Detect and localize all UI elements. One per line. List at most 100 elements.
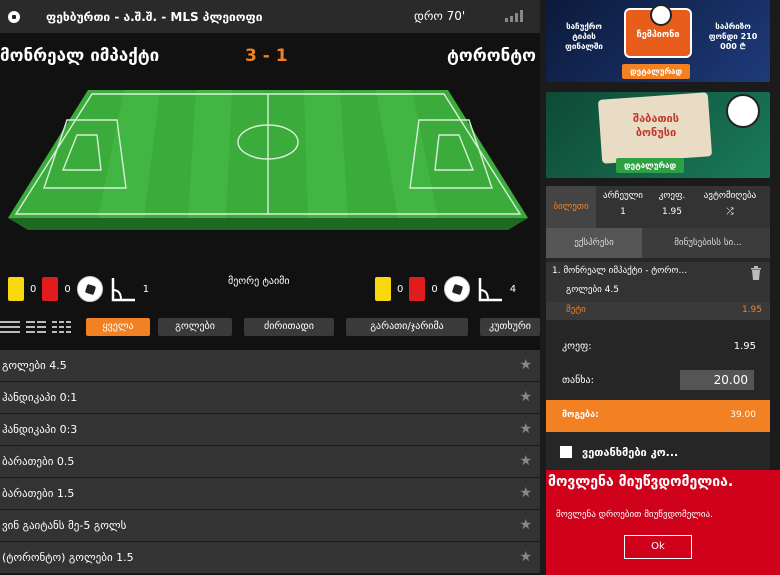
selected-value: 1 (620, 207, 626, 217)
ok-button[interactable]: Ok (624, 535, 692, 559)
sidebar: საჩუქრო ტიპის ფინალში ჩემპიონი საპრიზო ფ… (546, 0, 780, 575)
yellow-card-icon (375, 277, 391, 301)
odds-column: კოეფ. 1.95 (654, 191, 690, 217)
star-icon[interactable]: ★ (519, 517, 532, 533)
match-score: 3 - 1 (245, 46, 288, 66)
tab-minus-system[interactable]: მინუსებისს სი... (646, 228, 770, 258)
star-icon[interactable]: ★ (519, 357, 532, 373)
win-value: 39.00 (730, 410, 756, 420)
agree-row: ვეთანხმები კო... (546, 438, 770, 468)
filter-all-button[interactable]: ყველა (86, 318, 150, 336)
away-yellow-count: 0 (397, 283, 404, 295)
yellow-card-icon (8, 277, 24, 301)
banner-left-text: საჩუქრო ტიპის ფინალში (565, 22, 603, 51)
bet-selection: 1. მონრეალ იმპაქტი - ტორო... გოლები 4.5 … (546, 262, 770, 320)
tab-express[interactable]: ექსპრესი (546, 228, 642, 258)
list-view-icon[interactable] (0, 321, 20, 335)
market-row[interactable]: ჰანდიკაპი 0:1 ★ (0, 382, 540, 414)
bet-slip-header: ბილეთი არჩეული 1 კოეფ. 1.95 ავტომიღება ⤮ (546, 186, 770, 228)
market-row[interactable]: ბარათები 1.5 ★ (0, 478, 540, 510)
market-label: ბარათები 1.5 (2, 487, 75, 500)
filter-main-button[interactable]: ძირითადი (244, 318, 334, 336)
filter-corners-button[interactable]: კუთხური (480, 318, 540, 336)
home-yellow-count: 0 (30, 283, 37, 295)
home-team-stats: 0 0 1 (8, 271, 155, 307)
match-panel: ფეხბურთი - ა.შ.შ. - MLS პლეიოფი დრო 70' … (0, 0, 540, 575)
agree-label: ვეთანხმები კო... (582, 446, 679, 459)
star-icon[interactable]: ★ (519, 549, 532, 565)
coef-row: კოეფ: 1.95 (546, 332, 770, 362)
banner-details-button[interactable]: დეტალურად (622, 64, 691, 79)
selection-event: 1. მონრეალ იმპაქტი - ტორო... (552, 266, 688, 276)
away-team-stats: 0 0 4 (375, 271, 522, 307)
banner-headline: შაბათის ბონუსი (632, 112, 680, 139)
grid-view-icon[interactable] (52, 321, 72, 335)
pitch-base (8, 218, 528, 230)
soccer-ball-icon (8, 10, 20, 23)
match-header-bar: ფეხბურთი - ა.შ.შ. - MLS პლეიოფი დრო 70' (0, 0, 540, 33)
selection-market: გოლები 4.5 (566, 285, 619, 295)
market-label: ჰანდიკაპი 0:1 (2, 391, 78, 404)
pitch-graphic (8, 90, 528, 230)
selection-pick-row: მეტი 1.95 (546, 302, 770, 320)
win-label: მოგება: (562, 410, 599, 420)
two-column-view-icon[interactable] (26, 321, 46, 335)
error-title: მოვლენა მიუწვდომელია. (548, 474, 734, 490)
shuffle-icon: ⤮ (726, 207, 734, 217)
stake-input[interactable] (680, 370, 754, 390)
home-corner-count: 1 (142, 283, 150, 295)
market-list: გოლები 4.5 ★ ჰანდიკაპი 0:1 ★ ჰანდიკაპი 0:3… (0, 350, 540, 574)
agree-checkbox[interactable] (560, 446, 572, 458)
market-label: ვინ გაიტანს მე-5 გოლს (2, 519, 127, 532)
selection-odd: 1.95 (741, 305, 762, 315)
selection-pick: მეტი (566, 305, 586, 315)
banner-details-button[interactable]: დეტალურად (616, 158, 685, 173)
filter-goals-button[interactable]: გოლები (158, 318, 232, 336)
error-panel: მოვლენა მიუწვდომელია. მოვლენა დროებით მი… (546, 470, 780, 575)
market-label: გოლები 4.5 (2, 359, 67, 372)
market-label: ჰანდიკაპი 0:3 (2, 423, 78, 436)
coef-label: კოეფ: (562, 341, 592, 352)
market-row[interactable]: ბარათები 0.5 ★ (0, 446, 540, 478)
market-row[interactable]: გოლები 4.5 ★ (0, 350, 540, 382)
competition-title: ფეხბურთი - ა.შ.შ. - MLS პლეიოფი (46, 9, 263, 24)
market-filter-bar: ყველა გოლები ძირითადი გარათი/ჯარიმა კუთხ… (0, 316, 540, 338)
potential-win-row: მოგება: 39.00 (546, 400, 770, 432)
scoreline: მონრეალ იმპაქტი 3 - 1 ტორონტო (0, 36, 540, 76)
promo-banner-champion[interactable]: საჩუქრო ტიპის ფინალში ჩემპიონი საპრიზო ფ… (546, 0, 770, 82)
away-corner-count: 4 (509, 283, 517, 295)
red-card-icon (42, 277, 59, 301)
soccer-ball-icon (726, 94, 760, 128)
market-row[interactable]: ვინ გაიტანს მე-5 გოლს ★ (0, 510, 540, 542)
odds-header: კოეფ. (658, 191, 686, 201)
trash-icon[interactable] (750, 266, 762, 280)
bet-slip: ბილეთი არჩეული 1 კოეფ. 1.95 ავტომიღება ⤮… (546, 186, 780, 575)
half-label: მეორე ტაიმი (228, 276, 290, 287)
filter-cards-button[interactable]: გარათი/ჯარიმა (346, 318, 468, 336)
star-icon[interactable]: ★ (519, 389, 532, 405)
away-team-name: ტორონტო (446, 46, 536, 66)
tab-ticket[interactable]: ბილეთი (546, 186, 596, 228)
match-time: დრო 70' (414, 9, 466, 23)
market-label: (ტორონტო) გოლები 1.5 (2, 551, 134, 564)
stake-label: თანხა: (562, 375, 594, 386)
home-team-name: მონრეალ იმპაქტი (0, 46, 160, 66)
signal-bars-icon (505, 10, 523, 22)
auto-accept-column[interactable]: ავტომიღება ⤮ (692, 191, 768, 217)
selected-header: არჩეული (603, 191, 643, 201)
stake-row: თანხა: (546, 366, 770, 396)
star-icon[interactable]: ★ (519, 421, 532, 437)
coef-value: 1.95 (733, 341, 756, 352)
market-label: ბარათები 0.5 (2, 455, 75, 468)
market-row[interactable]: ჰანდიკაპი 0:3 ★ (0, 414, 540, 446)
auto-accept-header: ავტომიღება (703, 191, 757, 201)
market-row[interactable]: (ტორონტო) გოლები 1.5 ★ (0, 542, 540, 574)
red-card-icon (409, 277, 426, 301)
star-icon[interactable]: ★ (519, 453, 532, 469)
banner-center-text: ჩემპიონი (636, 30, 680, 40)
away-red-count: 0 (431, 283, 438, 295)
promo-banner-saturday[interactable]: შაბათის ბონუსი დეტალურად (546, 92, 770, 178)
home-red-count: 0 (64, 283, 71, 295)
soccer-ball-icon (76, 276, 103, 302)
star-icon[interactable]: ★ (519, 485, 532, 501)
